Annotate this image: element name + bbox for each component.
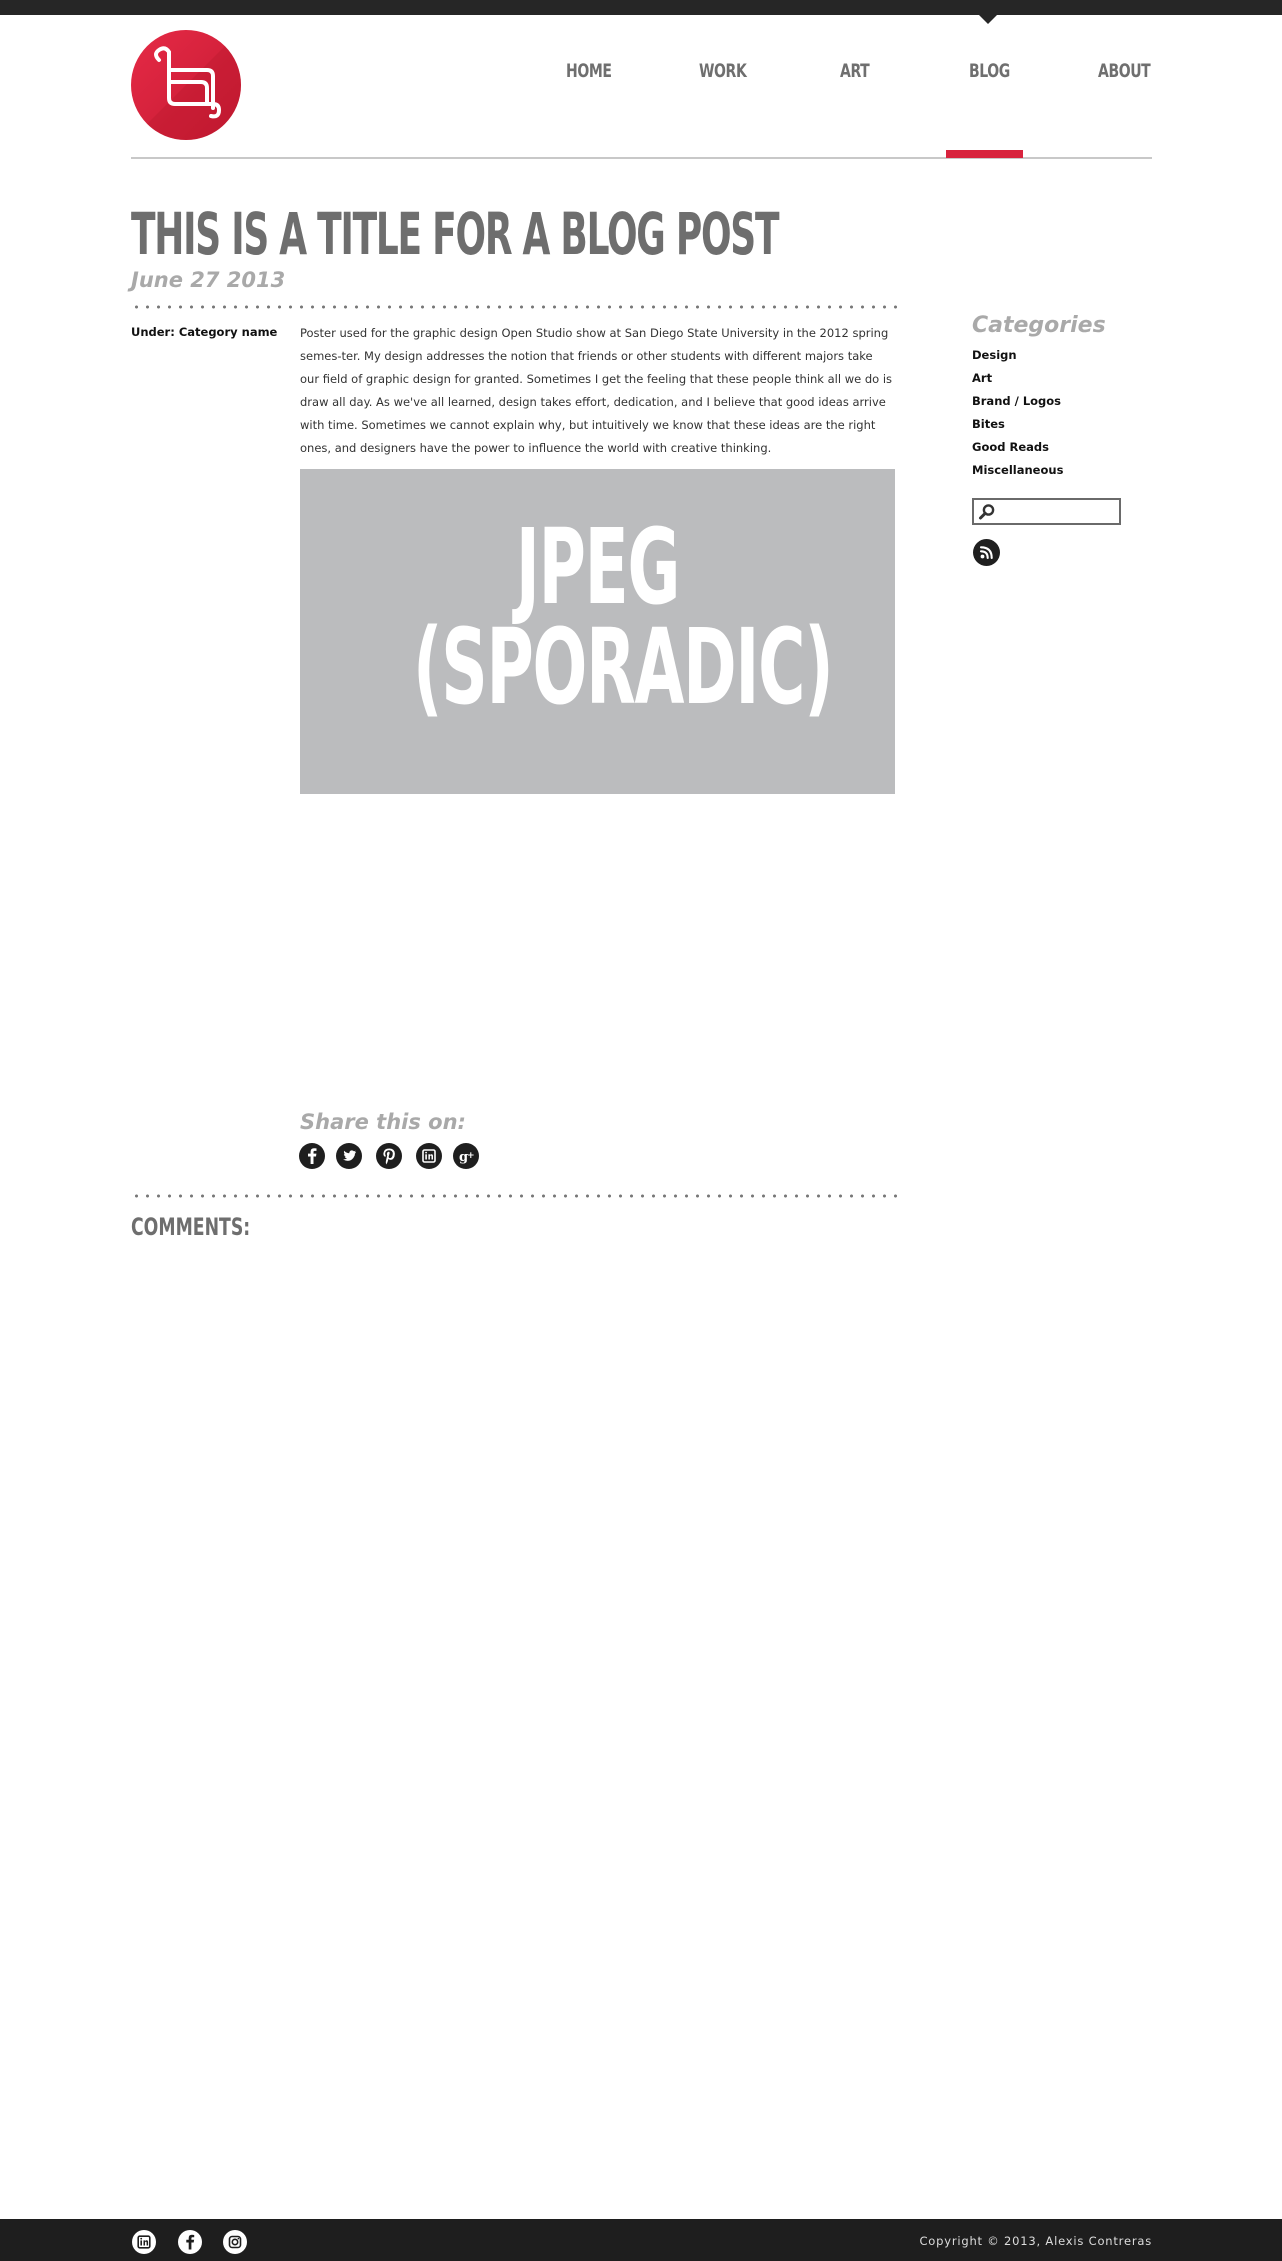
nav-blog[interactable]: BLOG: [969, 60, 1010, 82]
category-art[interactable]: Art: [972, 371, 992, 385]
search-input[interactable]: [998, 500, 1116, 523]
category-miscellaneous[interactable]: Miscellaneous: [972, 463, 1063, 477]
dotted-divider-comments: [131, 1194, 898, 1198]
facebook-icon[interactable]: [299, 1143, 325, 1169]
categories-heading: Categories: [972, 313, 1106, 338]
rss-icon[interactable]: [973, 539, 1000, 566]
post-image-placeholder: JPEG (SPORADIC): [300, 469, 895, 794]
nav-work[interactable]: WORK: [699, 60, 747, 82]
image-line-2: (SPORADIC): [413, 606, 834, 728]
site-logo[interactable]: [131, 30, 241, 140]
footer-facebook-icon[interactable]: [178, 2230, 202, 2254]
comments-heading: COMMENTS:: [131, 1213, 251, 1241]
copyright-text: Copyright © 2013, Alexis Contreras: [919, 2234, 1152, 2248]
post-body: Poster used for the graphic design Open …: [300, 326, 893, 455]
search-box: [972, 498, 1121, 525]
category-design[interactable]: Design: [972, 348, 1017, 362]
category-good-reads[interactable]: Good Reads: [972, 440, 1049, 454]
active-nav-notch: [978, 14, 998, 24]
nav-art[interactable]: ART: [840, 60, 870, 82]
category-bites[interactable]: Bites: [972, 417, 1005, 431]
pinterest-icon[interactable]: [376, 1143, 402, 1169]
twitter-icon[interactable]: [336, 1143, 362, 1169]
footer-instagram-icon[interactable]: [223, 2230, 247, 2254]
footer: Copyright © 2013, Alexis Contreras: [0, 2219, 1282, 2261]
share-label: Share this on:: [300, 1110, 466, 1134]
svg-text:+: +: [467, 1151, 475, 1161]
dotted-divider: [131, 305, 898, 309]
footer-linkedin-icon[interactable]: [132, 2230, 156, 2254]
linkedin-icon[interactable]: [416, 1143, 442, 1169]
google-plus-icon[interactable]: g +: [453, 1143, 479, 1169]
post-category[interactable]: Under: Category name: [131, 325, 277, 339]
nav-home[interactable]: HOME: [566, 60, 612, 82]
post-title: THIS IS A TITLE FOR A BLOG POST: [131, 200, 780, 268]
nav-about[interactable]: ABOUT: [1098, 60, 1151, 82]
image-line-1: JPEG: [515, 506, 681, 628]
post-date: June 27 2013: [131, 268, 286, 292]
image-caption: JPEG (SPORADIC): [413, 506, 834, 728]
category-brand-logos[interactable]: Brand / Logos: [972, 394, 1061, 408]
search-icon: [979, 504, 995, 520]
logo-mark-icon: [131, 30, 241, 140]
nav-active-indicator: [946, 150, 1023, 158]
top-bar: [0, 0, 1282, 15]
